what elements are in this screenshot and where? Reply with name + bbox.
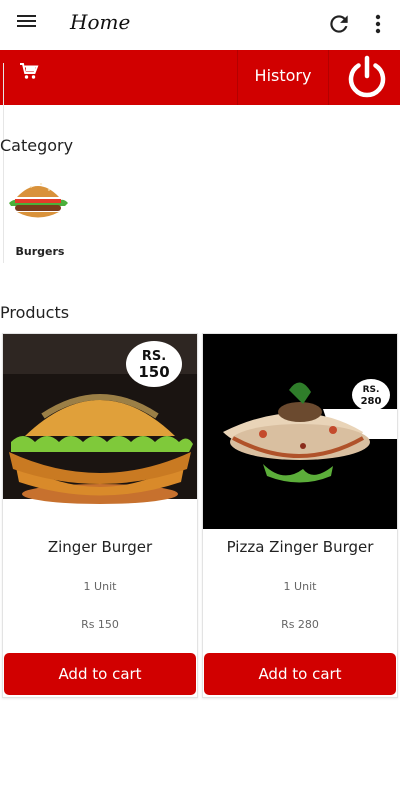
badge-amount: 150: [138, 363, 169, 381]
product-card[interactable]: RS. 280 Pizza Zinger Burger 1 Unit Rs 28…: [202, 333, 398, 698]
product-price: Rs 150: [81, 618, 119, 631]
burger-image: [9, 183, 68, 218]
category-heading: Category: [0, 136, 74, 155]
refresh-icon[interactable]: [326, 11, 352, 37]
cart-icon[interactable]: [19, 62, 39, 80]
category-label: Burgers: [15, 245, 65, 258]
badge-prefix: RS.: [363, 385, 380, 395]
pizza-zinger-burger-image: [203, 334, 397, 529]
product-price: Rs 280: [281, 618, 319, 631]
product-unit: 1 Unit: [83, 580, 117, 593]
history-button[interactable]: History: [237, 50, 329, 105]
page-title: Home: [70, 10, 131, 34]
product-name: Pizza Zinger Burger: [226, 538, 374, 556]
add-to-cart-button[interactable]: Add to cart: [4, 653, 196, 695]
menu-icon[interactable]: [14, 12, 40, 36]
power-icon[interactable]: [344, 54, 390, 100]
badge-prefix: RS.: [142, 349, 166, 364]
badge-amount: 280: [361, 396, 382, 407]
action-bar: History: [0, 50, 400, 105]
price-badge: RS. 280: [352, 379, 390, 411]
drawer-edge: [0, 63, 4, 263]
product-card[interactable]: RS. 150 Zinger Burger 1 Unit Rs 150 Add …: [2, 333, 198, 698]
app-bar: Home: [0, 0, 400, 48]
product-unit: 1 Unit: [283, 580, 317, 593]
more-vert-icon[interactable]: [368, 11, 388, 37]
products-heading: Products: [0, 303, 70, 322]
category-item-burgers[interactable]: Burgers: [5, 175, 73, 258]
product-name: Zinger Burger: [47, 538, 153, 556]
add-to-cart-button[interactable]: Add to cart: [204, 653, 396, 695]
price-badge: RS. 150: [126, 341, 182, 387]
